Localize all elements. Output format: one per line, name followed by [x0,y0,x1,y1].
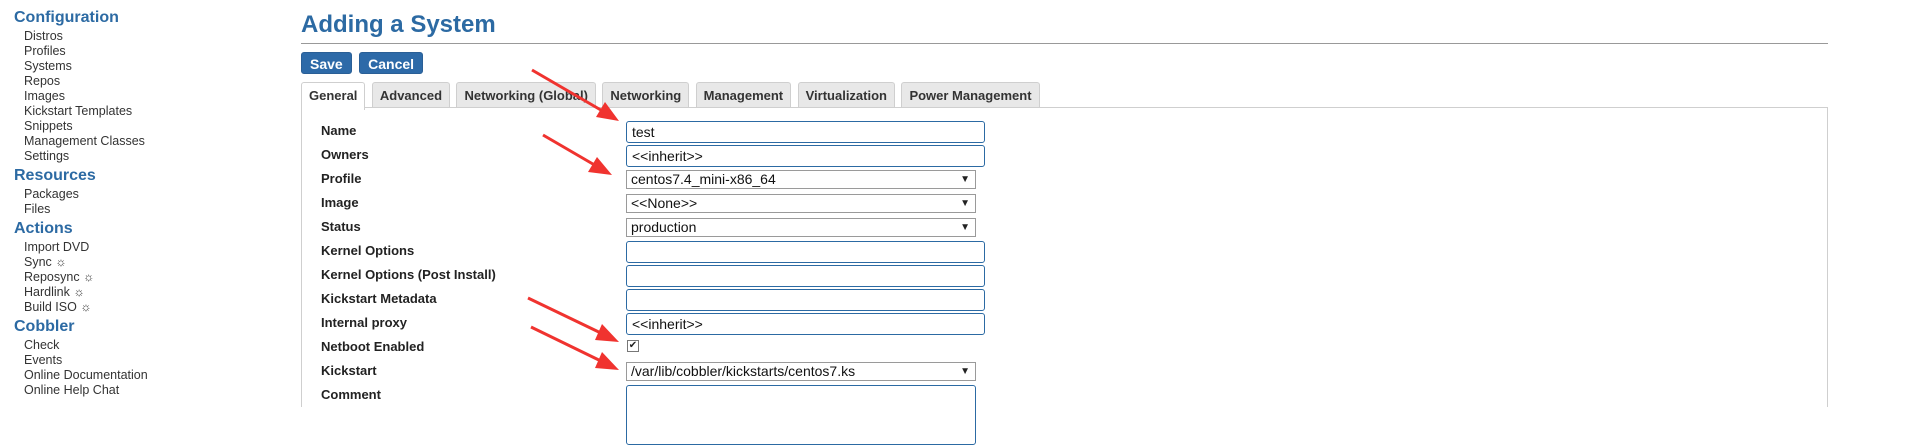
name-label: Name [321,123,357,138]
form-row-comment: Comment [321,385,1321,445]
sidebar-heading: Configuration [14,9,119,26]
dropdown-caret-icon: ▼ [960,222,970,233]
sidebar-item-events[interactable]: Events [14,353,274,368]
comment-textarea[interactable] [626,385,976,445]
kickstart-select[interactable]: /var/lib/cobbler/kickstarts/centos7.ks ▼ [626,362,976,381]
form-row-kickstart-metadata: Kickstart Metadata [321,289,1321,311]
sidebar-item-sync[interactable]: Sync ☼ [14,255,274,270]
dropdown-caret-icon: ▼ [960,198,970,209]
form-row-internal-proxy: Internal proxy <<inherit>> [321,313,1321,335]
save-button[interactable]: Save [301,52,352,74]
sidebar-item-settings[interactable]: Settings [14,149,274,164]
tab-advanced[interactable]: Advanced [371,82,451,108]
comment-label: Comment [321,387,381,402]
sidebar-item-snippets[interactable]: Snippets [14,119,274,134]
sidebar-heading: Actions [14,220,73,237]
sidebar-section-resources: Resources Packages Files [14,166,274,217]
sidebar-item-files[interactable]: Files [14,202,274,217]
tab-management[interactable]: Management [695,82,792,108]
form-row-status: Status production ▼ [321,217,1321,237]
status-label: Status [321,219,361,234]
profile-select-value: centos7.4_mini-x86_64 [631,171,776,187]
cancel-button[interactable]: Cancel [359,52,424,74]
image-select-value: <<None>> [631,195,698,211]
owners-label: Owners [321,147,369,162]
profile-select[interactable]: centos7.4_mini-x86_64 ▼ [626,170,976,189]
sidebar-item-management-classes[interactable]: Management Classes [14,134,274,149]
sidebar-item-hardlink[interactable]: Hardlink ☼ [14,285,274,300]
form-row-kernel-options: Kernel Options [321,241,1321,263]
main-content: Adding a System Save Cancel General Adva… [301,8,1829,445]
sidebar-item-online-documentation[interactable]: Online Documentation [14,368,274,383]
image-select[interactable]: <<None>> ▼ [626,194,976,213]
status-select-value: production [631,219,697,235]
tab-networking[interactable]: Networking [602,82,690,108]
form-row-name: Name test [321,121,1321,143]
netboot-enabled-checkbox[interactable]: ✔ [627,340,639,352]
sidebar-item-check[interactable]: Check [14,338,274,353]
sidebar-section-cobbler: Cobbler Check Events Online Documentatio… [14,317,274,398]
title-divider [301,43,1828,44]
form-row-profile: Profile centos7.4_mini-x86_64 ▼ [321,169,1321,189]
image-label: Image [321,195,359,210]
sidebar-item-profiles[interactable]: Profiles [14,44,274,59]
status-select[interactable]: production ▼ [626,218,976,237]
sidebar-item-systems[interactable]: Systems [14,59,274,74]
kernel-options-label: Kernel Options [321,243,415,258]
form-row-kickstart: Kickstart /var/lib/cobbler/kickstarts/ce… [321,361,1321,381]
sidebar-section-actions: Actions Import DVD Sync ☼ Reposync ☼ Har… [14,219,274,315]
sidebar-item-repos[interactable]: Repos [14,74,274,89]
form-row-netboot-enabled: Netboot Enabled ✔ [321,337,1321,357]
sidebar-item-packages[interactable]: Packages [14,187,274,202]
tab-general[interactable]: General [301,82,366,110]
sidebar-section-configuration: Configuration Distros Profiles Systems R… [14,8,274,164]
kernel-options-post-label: Kernel Options (Post Install) [321,267,496,282]
sidebar-item-kickstart-templates[interactable]: Kickstart Templates [14,104,274,119]
form-row-kernel-options-post: Kernel Options (Post Install) [321,265,1321,287]
kickstart-metadata-input[interactable] [626,289,985,311]
kickstart-select-value: /var/lib/cobbler/kickstarts/centos7.ks [631,363,856,379]
sidebar-item-distros[interactable]: Distros [14,29,274,44]
sidebar: Configuration Distros Profiles Systems R… [14,8,274,400]
owners-input[interactable]: <<inherit>> [626,145,985,167]
sidebar-heading: Cobbler [14,318,75,335]
internal-proxy-input[interactable]: <<inherit>> [626,313,985,335]
general-form-panel: Name test Owners <<inherit>> Profile cen… [301,107,1828,445]
sidebar-item-reposync[interactable]: Reposync ☼ [14,270,274,285]
tab-virtualization[interactable]: Virtualization [797,82,895,108]
sidebar-item-build-iso[interactable]: Build ISO ☼ [14,300,274,315]
tab-power-management[interactable]: Power Management [901,82,1040,108]
tab-bar: General Advanced Networking (Global) Net… [301,82,1829,110]
action-buttons: Save Cancel [301,52,1829,74]
form-row-owners: Owners <<inherit>> [321,145,1321,167]
kernel-options-input[interactable] [626,241,985,263]
sidebar-item-online-help-chat[interactable]: Online Help Chat [14,383,274,398]
dropdown-caret-icon: ▼ [960,174,970,185]
profile-label: Profile [321,171,362,186]
kernel-options-post-input[interactable] [626,265,985,287]
name-input[interactable]: test [626,121,985,143]
sidebar-item-images[interactable]: Images [14,89,274,104]
form-row-image: Image <<None>> ▼ [321,193,1321,213]
kickstart-label: Kickstart [321,363,377,378]
sidebar-heading: Resources [14,167,96,184]
page-title: Adding a System [301,11,496,38]
netboot-enabled-label: Netboot Enabled [321,339,425,354]
kickstart-metadata-label: Kickstart Metadata [321,291,437,306]
tab-networking-global[interactable]: Networking (Global) [456,82,596,108]
internal-proxy-label: Internal proxy [321,315,407,330]
sidebar-item-import-dvd[interactable]: Import DVD [14,240,274,255]
dropdown-caret-icon: ▼ [960,366,970,377]
